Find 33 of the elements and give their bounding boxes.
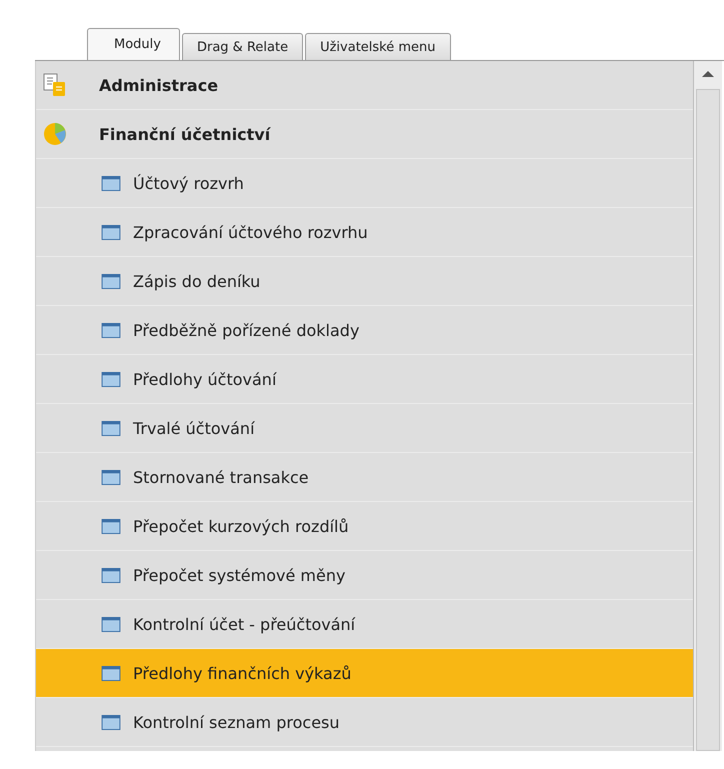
window-icon [101, 518, 121, 534]
window-icon [101, 372, 121, 386]
scrollbar[interactable] [693, 61, 722, 751]
module-item[interactable]: Finanční účetnictví [36, 110, 693, 159]
window-icon [101, 420, 121, 436]
menu-item[interactable]: Zápis do deníku [36, 257, 693, 306]
window-icon [101, 322, 121, 338]
menu-item[interactable]: Stornované transakce [36, 453, 693, 502]
pie-chart-icon [43, 122, 67, 146]
module-item[interactable]: Administrace [36, 61, 693, 110]
scroll-thumb[interactable] [696, 89, 720, 751]
window-icon [101, 274, 121, 288]
menu-item[interactable]: Předlohy finančních výkazů [36, 649, 693, 698]
window-icon [101, 470, 121, 484]
tab[interactable]: Uživatelské menu [305, 33, 451, 60]
menu-item[interactable]: Zpracování účtového rozvrhu [36, 208, 693, 257]
menu-item[interactable]: Trvalé účtování [36, 404, 693, 453]
window-icon [101, 568, 121, 582]
menu-item[interactable]: Přepočet kurzových rozdílů [36, 502, 693, 551]
document-icon [43, 73, 67, 97]
tab[interactable]: Moduly [87, 28, 180, 60]
menu-item[interactable]: Účtový rozvrh [36, 159, 693, 208]
menu-item[interactable]: Předlohy účtování [36, 355, 693, 404]
window-icon [101, 176, 121, 190]
scroll-up-arrow-icon[interactable] [702, 71, 714, 77]
tab[interactable]: Drag & Relate [182, 33, 304, 60]
menu-item[interactable]: Předběžně pořízené doklady [36, 306, 693, 355]
menu-item[interactable]: Přepočet systémové měny [36, 551, 693, 600]
window-icon [101, 714, 121, 730]
window-icon [101, 224, 121, 240]
window-icon [101, 666, 121, 680]
window-icon [101, 616, 121, 632]
menu-item[interactable]: Kontrolní seznam procesu [36, 698, 693, 747]
